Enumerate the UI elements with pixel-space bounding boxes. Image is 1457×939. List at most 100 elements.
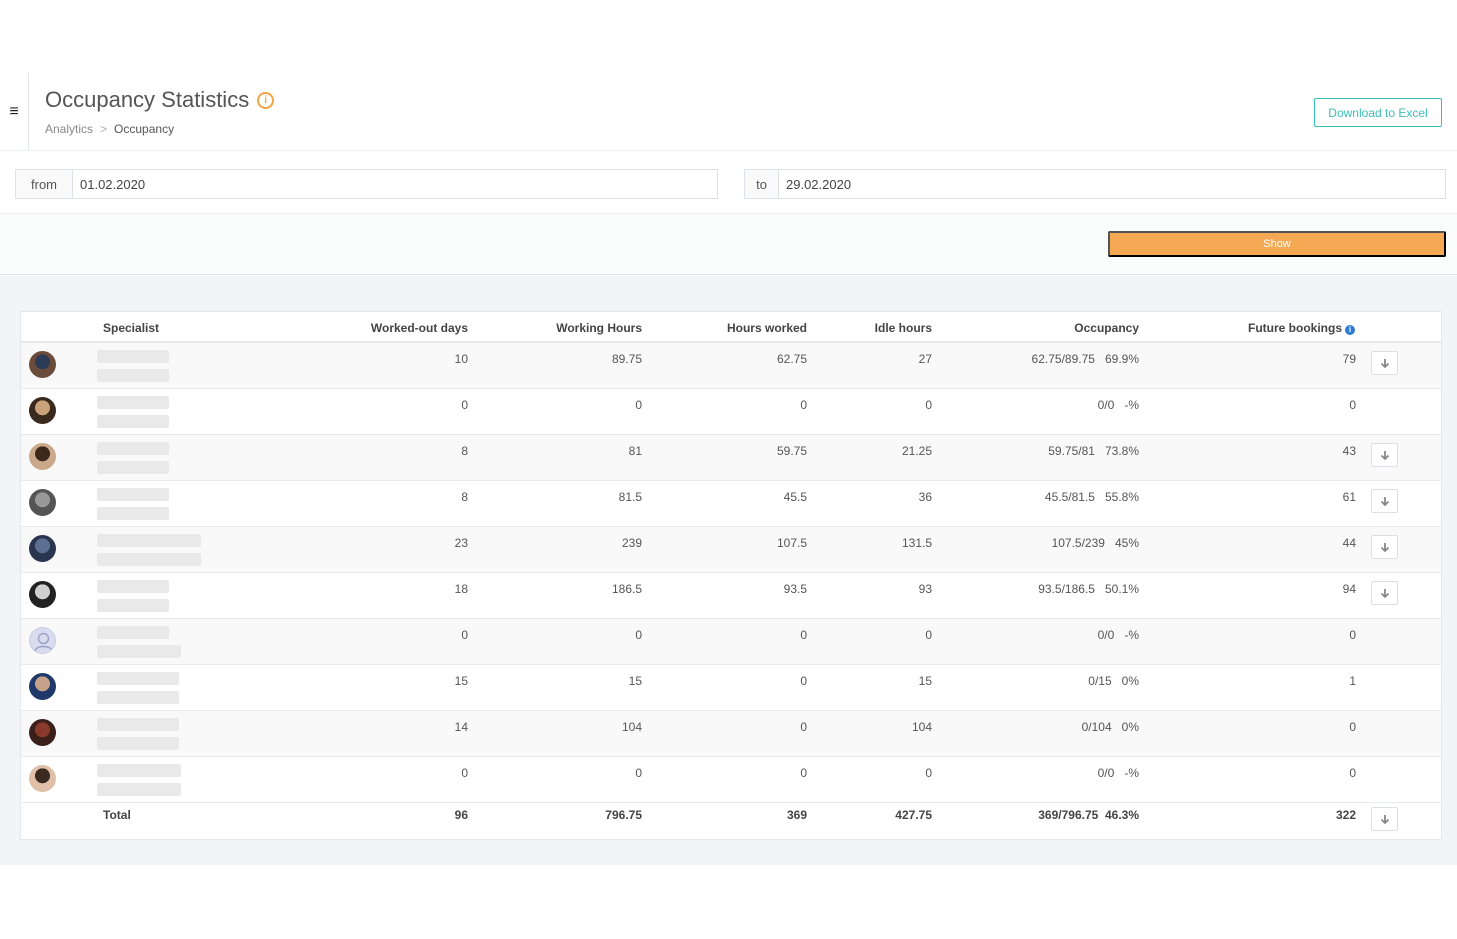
col-worked-out-days[interactable]: Worked-out days <box>371 321 468 335</box>
future-bookings-cell: 44 <box>1342 536 1356 550</box>
specialist-name-redacted[interactable] <box>97 672 179 685</box>
specialist-role-redacted <box>97 553 201 566</box>
avatar <box>29 489 56 516</box>
specialist-name-redacted[interactable] <box>97 442 169 455</box>
col-hours-worked[interactable]: Hours worked <box>727 321 807 335</box>
download-row-button[interactable] <box>1371 535 1398 559</box>
col-future-bookings-label: Future bookings <box>1248 321 1342 335</box>
occupancy-gap <box>1112 674 1122 688</box>
col-occupancy[interactable]: Occupancy <box>1074 321 1139 335</box>
future-bookings-cell: 0 <box>1349 766 1356 780</box>
specialist-name-redacted[interactable] <box>97 718 179 731</box>
from-date-group: from 01.02.2020 <box>15 169 718 199</box>
specialist-role-redacted <box>97 461 169 474</box>
breadcrumb-separator: > <box>100 122 108 136</box>
idle-hours-cell: 131.5 <box>901 536 932 550</box>
col-idle-hours[interactable]: Idle hours <box>875 321 932 335</box>
specialist-role-redacted <box>97 691 179 704</box>
arrow-down-icon <box>1380 450 1389 460</box>
specialist-role-redacted <box>97 415 169 428</box>
occupancy-gap <box>1114 628 1124 642</box>
col-working-hours[interactable]: Working Hours <box>556 321 642 335</box>
to-date-group: to 29.02.2020 <box>744 169 1446 199</box>
worked-out-days-cell: 0 <box>461 766 468 780</box>
occupancy-gap <box>1095 352 1105 366</box>
hours-worked-cell: 0 <box>800 720 807 734</box>
arrow-down-icon <box>1380 542 1389 552</box>
download-row-button[interactable] <box>1371 351 1398 375</box>
specialist-role-redacted <box>97 599 169 612</box>
table-row: 23 239 107.5 131.5 107.5/239 45% 44 <box>21 527 1441 573</box>
download-row-button[interactable] <box>1371 489 1398 513</box>
to-date-input[interactable]: 29.02.2020 <box>779 170 1445 198</box>
idle-hours-cell: 0 <box>925 398 932 412</box>
working-hours-cell: 0 <box>635 398 642 412</box>
occupancy-ratio: 107.5/239 <box>1051 536 1105 550</box>
specialist-name-redacted[interactable] <box>97 626 169 639</box>
download-row-button[interactable] <box>1371 443 1398 467</box>
occupancy-gap <box>1095 490 1105 504</box>
occupancy-ratio: 45.5/81.5 <box>1044 490 1095 504</box>
future-bookings-cell: 0 <box>1349 720 1356 734</box>
total-working-hours: 796.75 <box>605 808 642 822</box>
avatar <box>29 351 56 378</box>
avatar <box>29 719 56 746</box>
breadcrumb-occupancy: Occupancy <box>114 122 175 136</box>
arrow-down-icon <box>1380 814 1389 824</box>
info-icon[interactable]: i <box>257 91 275 109</box>
col-specialist[interactable]: Specialist <box>103 321 159 335</box>
idle-hours-cell: 0 <box>925 628 932 642</box>
title-wrap: Occupancy Statistics i <box>45 87 275 113</box>
breadcrumb: Analytics > Occupancy <box>45 122 174 136</box>
avatar <box>29 627 56 654</box>
col-future-bookings[interactable]: Future bookings i <box>1248 321 1355 335</box>
specialist-name-redacted[interactable] <box>97 396 169 409</box>
future-bookings-cell: 61 <box>1342 490 1356 504</box>
occupancy-pct: -% <box>1124 398 1139 412</box>
worked-out-days-cell: 0 <box>461 628 468 642</box>
download-row-button[interactable] <box>1371 581 1398 605</box>
specialist-name-redacted[interactable] <box>97 534 201 547</box>
occupancy-table: Specialist Worked-out days Working Hours… <box>20 311 1442 840</box>
total-label: Total <box>103 808 131 822</box>
hours-worked-cell: 0 <box>800 398 807 412</box>
idle-hours-cell: 36 <box>918 490 932 504</box>
table-row: 0 0 0 0 0/0 -% 0 <box>21 389 1441 435</box>
avatar <box>29 581 56 608</box>
breadcrumb-analytics[interactable]: Analytics <box>45 122 93 136</box>
occupancy-pct: 55.8% <box>1104 490 1139 504</box>
occupancy-ratio: 62.75/89.75 <box>1031 352 1095 366</box>
occupancy-pct: -% <box>1124 766 1139 780</box>
download-total-button[interactable] <box>1371 807 1398 831</box>
working-hours-cell: 0 <box>635 628 642 642</box>
arrow-down-icon <box>1380 496 1389 506</box>
specialist-role-redacted <box>97 645 181 658</box>
occupancy-ratio: 93.5/186.5 <box>1038 582 1095 596</box>
specialist-name-redacted[interactable] <box>97 764 181 777</box>
idle-hours-cell: 15 <box>918 674 932 688</box>
specialist-name-redacted[interactable] <box>97 488 169 501</box>
total-row: Total 96 796.75 369 427.75 369/796.75 46… <box>21 800 1441 840</box>
occupancy-pct: 45% <box>1114 536 1139 550</box>
specialist-role-redacted <box>97 783 181 796</box>
menu-toggle-icon[interactable]: ≡ <box>0 73 29 151</box>
from-date-input[interactable]: 01.02.2020 <box>73 170 717 198</box>
occupancy-ratio: 0/0 <box>1097 766 1115 780</box>
future-bookings-cell: 0 <box>1349 398 1356 412</box>
future-bookings-cell: 1 <box>1349 674 1356 688</box>
total-future-bookings: 322 <box>1335 808 1356 822</box>
info-icon[interactable]: i <box>1345 325 1355 335</box>
occupancy-cell: 93.5/186.5 50.1% <box>1038 582 1139 596</box>
specialist-name-redacted[interactable] <box>97 350 169 363</box>
download-excel-button[interactable]: Download to Excel <box>1314 98 1442 127</box>
working-hours-cell: 89.75 <box>611 352 642 366</box>
hours-worked-cell: 0 <box>800 674 807 688</box>
show-button[interactable]: Show <box>1108 231 1446 257</box>
content-area: Specialist Worked-out days Working Hours… <box>0 276 1457 865</box>
hours-worked-cell: 0 <box>800 766 807 780</box>
occupancy-pct: 0% <box>1121 720 1139 734</box>
occupancy-ratio: 0/104 <box>1081 720 1112 734</box>
worked-out-days-cell: 0 <box>461 398 468 412</box>
table-row: 0 0 0 0 0/0 -% 0 <box>21 619 1441 665</box>
specialist-name-redacted[interactable] <box>97 580 169 593</box>
